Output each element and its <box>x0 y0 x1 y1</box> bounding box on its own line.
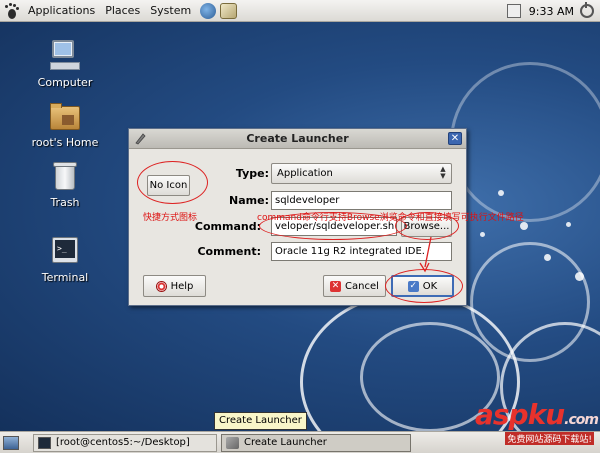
annotation-shortcut-icon: 快捷方式图标 <box>143 213 198 223</box>
desktop-icon-computer[interactable]: Computer <box>25 40 105 89</box>
close-button[interactable]: ✕ <box>448 132 462 145</box>
name-input[interactable]: sqldeveloper <box>271 191 452 210</box>
home-folder-icon <box>48 100 82 132</box>
desktop-icon-terminal[interactable]: >_ Terminal <box>25 235 105 284</box>
network-icon[interactable] <box>506 4 521 18</box>
desktop-icon-home[interactable]: root's Home <box>25 100 105 149</box>
watermark-logo: aspku.com <box>475 398 599 431</box>
launcher-app-icon <box>135 133 146 145</box>
terminal-task-icon <box>38 436 51 449</box>
dialog-titlebar[interactable]: Create Launcher ✕ <box>129 129 466 149</box>
terminal-icon: >_ <box>48 235 82 267</box>
type-combobox[interactable]: Application ▲ ▼ <box>271 163 452 184</box>
computer-icon <box>48 40 82 72</box>
desktop-icon-trash[interactable]: Trash <box>25 160 105 209</box>
cancel-x-icon: ✕ <box>330 280 342 292</box>
clock[interactable]: 9:33 AM <box>529 5 574 18</box>
top-panel: Applications Places System 9:33 AM <box>0 0 600 22</box>
name-label: Name: <box>229 194 269 207</box>
help-button[interactable]: Help <box>143 275 206 297</box>
gnome-foot-icon[interactable] <box>3 2 19 19</box>
help-button-label: Help <box>170 280 194 292</box>
cancel-button[interactable]: ✕ Cancel <box>323 275 386 297</box>
desktop-icon-label: Trash <box>50 196 80 209</box>
browser-launcher-icon[interactable] <box>200 2 217 19</box>
wallpaper-swirl <box>450 62 600 222</box>
menu-system[interactable]: System <box>145 0 196 22</box>
taskbar-item-create-launcher[interactable]: Create Launcher <box>221 433 411 452</box>
trash-icon <box>48 160 82 192</box>
wallpaper-dot <box>575 272 584 281</box>
wallpaper-dot <box>520 222 528 230</box>
tooltip: Create Launcher <box>214 412 307 430</box>
launcher-task-icon <box>226 436 239 449</box>
menu-places[interactable]: Places <box>100 0 145 22</box>
desktop-icon-label: Terminal <box>41 271 89 284</box>
wallpaper-dot <box>480 232 485 237</box>
create-launcher-dialog: Create Launcher ✕ No Icon Type: Applicat… <box>128 128 524 306</box>
wallpaper-dot <box>498 190 504 196</box>
wallpaper-dot <box>544 254 551 261</box>
watermark-suffix: .com <box>564 412 599 428</box>
watermark-main: aspku <box>475 398 565 431</box>
annotation-arrow <box>419 236 432 273</box>
show-desktop-icon[interactable] <box>3 435 19 450</box>
annotation-circle-icon-button <box>137 161 208 204</box>
mail-launcher-icon[interactable] <box>220 2 238 19</box>
taskbar-item-terminal[interactable]: [root@centos5:~/Desktop] <box>33 433 217 452</box>
watermark-subtitle: 免费网站源码下载站! <box>505 432 594 445</box>
taskbar-item-label: Create Launcher <box>244 436 327 448</box>
cancel-button-label: Cancel <box>345 280 379 292</box>
power-icon[interactable] <box>580 2 594 18</box>
type-combobox-value: Application <box>277 168 333 179</box>
desktop-icon-label: root's Home <box>31 136 99 149</box>
menu-applications[interactable]: Applications <box>23 0 100 22</box>
wallpaper-dot <box>566 222 571 227</box>
dialog-title: Create Launcher <box>246 132 349 145</box>
comment-label: Comment: <box>197 245 261 258</box>
system-tray: 9:33 AM <box>506 0 600 22</box>
combobox-arrows-icon: ▲ ▼ <box>440 165 446 180</box>
desktop-icon-label: Computer <box>37 76 93 89</box>
annotation-command-note: command命令行支持Browse浏览命令和直接填写可执行文件路径 <box>257 213 524 223</box>
help-lifebuoy-icon <box>155 280 167 292</box>
taskbar-item-label: [root@centos5:~/Desktop] <box>56 436 190 448</box>
